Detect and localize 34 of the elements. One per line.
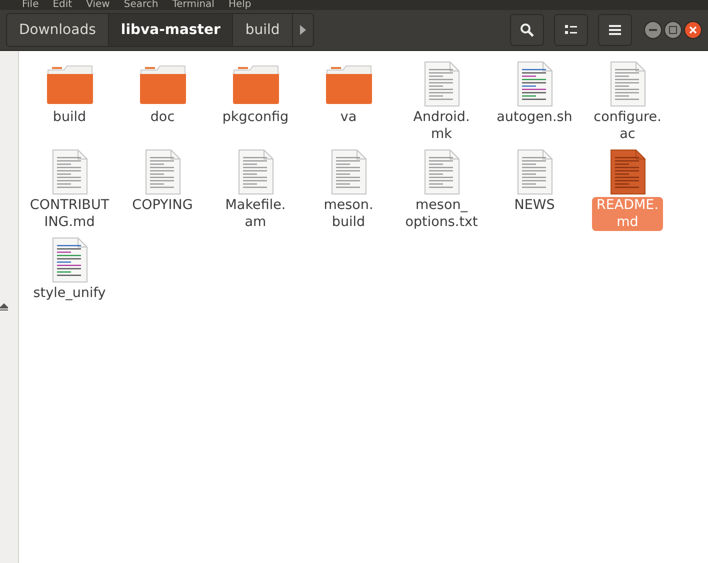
minimize-button[interactable] bbox=[644, 21, 662, 39]
file-name[interactable]: Android. mk bbox=[409, 109, 474, 143]
close-icon bbox=[689, 26, 697, 34]
folder-icon bbox=[324, 64, 372, 104]
file-name[interactable]: pkgconfig bbox=[218, 109, 293, 126]
view-toggle-button[interactable] bbox=[554, 14, 588, 46]
file-name[interactable]: Makefile. am bbox=[221, 197, 290, 231]
file-name[interactable]: meson_ options.txt bbox=[401, 197, 482, 231]
file-name[interactable]: COPYING bbox=[128, 197, 197, 214]
file-name[interactable]: autogen.sh bbox=[492, 109, 576, 126]
search-button[interactable] bbox=[510, 14, 544, 46]
maximize-icon bbox=[669, 26, 677, 34]
close-button[interactable] bbox=[684, 21, 702, 39]
path-button[interactable]: libva-master bbox=[108, 14, 234, 46]
minimize-icon bbox=[649, 29, 657, 31]
eject-icon bbox=[0, 303, 8, 311]
file-name[interactable]: configure. ac bbox=[590, 109, 666, 143]
caret-icon bbox=[300, 25, 306, 35]
file-name[interactable]: build bbox=[48, 109, 90, 126]
path-button[interactable]: Downloads bbox=[7, 14, 109, 46]
folder-icon bbox=[138, 64, 186, 104]
menu-button[interactable] bbox=[598, 14, 632, 46]
menu-icon bbox=[609, 25, 621, 35]
file-name[interactable]: doc bbox=[146, 109, 179, 126]
file-name[interactable]: va bbox=[336, 109, 361, 126]
folder-icon bbox=[232, 64, 280, 104]
file-name[interactable]: meson. build bbox=[320, 197, 378, 231]
search-icon bbox=[520, 23, 534, 37]
file-name[interactable]: NEWS bbox=[510, 197, 559, 214]
folder-icon bbox=[46, 64, 94, 104]
list-icon bbox=[565, 25, 577, 35]
file-name[interactable]: style_unify bbox=[29, 285, 110, 302]
file-name[interactable]: CONTRIBUT ING.md bbox=[26, 197, 114, 231]
maximize-button[interactable] bbox=[664, 21, 682, 39]
